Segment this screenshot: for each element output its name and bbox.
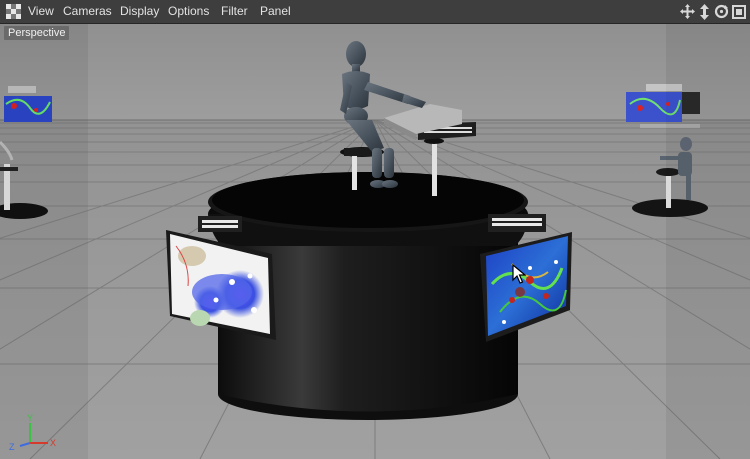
menu-cameras[interactable]: Cameras xyxy=(63,4,112,18)
axis-x-label: X xyxy=(50,438,56,448)
view-name-label[interactable]: Perspective xyxy=(4,26,70,40)
menu-filter[interactable]: Filter xyxy=(221,4,248,18)
menu-options[interactable]: Options xyxy=(168,4,209,18)
menu-view[interactable]: View xyxy=(28,4,54,18)
perspective-viewport[interactable]: Perspective Y X Z xyxy=(0,24,750,459)
axis-y-label: Y xyxy=(27,413,33,423)
rotate-view-icon[interactable] xyxy=(714,3,729,20)
move-view-icon[interactable] xyxy=(680,3,695,20)
view-navigation-icons xyxy=(680,3,746,21)
menu-display[interactable]: Display xyxy=(120,4,159,18)
scene-render xyxy=(0,24,750,459)
menu-panel[interactable]: Panel xyxy=(260,4,291,18)
viewport-menubar: View Cameras Display Options Filter Pane… xyxy=(0,0,750,24)
dolly-view-icon[interactable] xyxy=(697,3,712,20)
maximize-view-icon[interactable] xyxy=(731,3,746,20)
axis-z-label: Z xyxy=(9,442,15,452)
axis-gizmo: Y X Z xyxy=(6,413,62,453)
mouse-cursor-icon xyxy=(512,264,526,284)
checker-icon[interactable] xyxy=(6,4,21,19)
viewport-window: View Cameras Display Options Filter Pane… xyxy=(0,0,750,459)
